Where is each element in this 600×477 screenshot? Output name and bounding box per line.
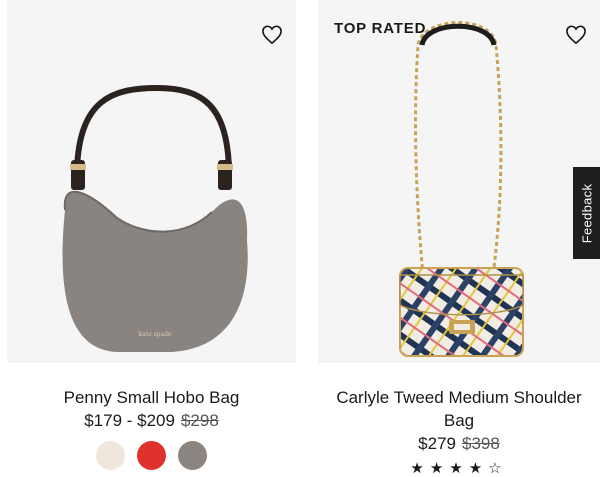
product-image-carlyle[interactable]: TOP RATED xyxy=(318,0,600,363)
swatch-red[interactable] xyxy=(137,441,166,470)
sale-price: $279 xyxy=(418,434,456,453)
carlyle-tweed-bag-image xyxy=(399,21,524,357)
feedback-tab[interactable]: Feedback xyxy=(573,167,600,259)
heart-outline-icon xyxy=(262,25,282,45)
swatch-grey[interactable] xyxy=(178,441,207,470)
sale-price: $179 - $209 xyxy=(84,411,175,430)
heart-outline-icon xyxy=(566,25,586,45)
price: $179 - $209 $298 xyxy=(7,409,296,432)
product-card-carlyle[interactable]: TOP RATED Carlyle Tweed Medium Shoulder … xyxy=(318,0,600,477)
price: $279 $398 xyxy=(318,432,600,455)
product-name[interactable]: Penny Small Hobo Bag xyxy=(7,386,296,409)
product-card-penny[interactable]: kate spade Penny Small Hobo Bag $179 - $… xyxy=(7,0,296,470)
feedback-label: Feedback xyxy=(579,183,594,243)
original-price: $298 xyxy=(180,411,219,430)
top-rated-badge: TOP RATED xyxy=(334,20,427,37)
original-price: $398 xyxy=(462,434,500,453)
rating-stars: ★★★★☆ xyxy=(410,460,508,477)
wishlist-button[interactable] xyxy=(260,24,284,46)
svg-text:kate spade: kate spade xyxy=(139,331,172,338)
swatch-cream[interactable] xyxy=(96,441,125,470)
color-swatches xyxy=(7,441,296,470)
product-image-penny[interactable]: kate spade xyxy=(7,0,296,363)
product-name[interactable]: Carlyle Tweed Medium Shoulder Bag xyxy=(318,386,600,432)
wishlist-button[interactable] xyxy=(564,24,588,46)
penny-hobo-bag-image: kate spade xyxy=(62,84,248,352)
